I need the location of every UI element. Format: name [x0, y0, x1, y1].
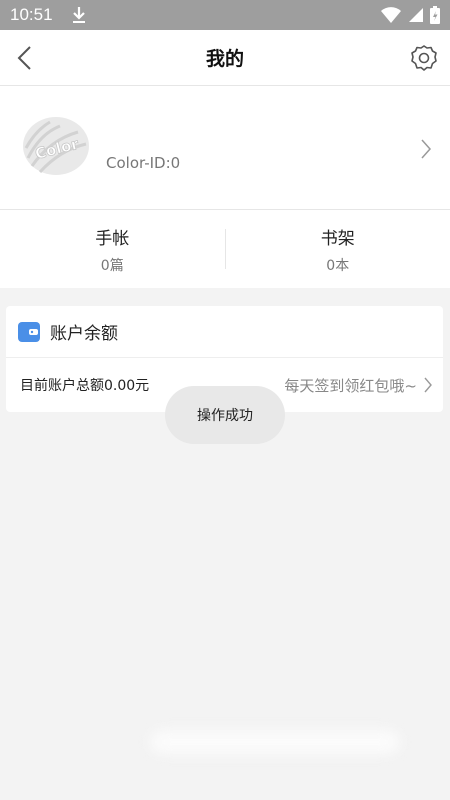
daily-checkin-promo[interactable]: 每天签到领红包哦~ [284, 375, 417, 396]
chevron-right-icon [424, 377, 432, 393]
toast-message: 操作成功 [165, 386, 285, 444]
stat-bookshelf[interactable]: 书架 0本 [226, 210, 450, 288]
chevron-right-icon [421, 139, 432, 159]
profile-section[interactable]: Color Color-ID:0 [0, 86, 450, 210]
gear-icon[interactable] [410, 44, 438, 72]
stat-bookshelf-count: 0本 [326, 257, 350, 274]
stat-journal[interactable]: 手帐 0篇 [0, 210, 225, 288]
account-title: 账户余额 [50, 324, 118, 344]
status-time: 10:51 [10, 5, 53, 24]
download-icon [72, 7, 85, 23]
wallet-icon [18, 321, 40, 342]
status-bar: 10:51 [0, 0, 450, 30]
account-header: 账户余额 [6, 306, 443, 358]
page-title: 我的 [205, 48, 244, 70]
battery-icon [430, 6, 440, 24]
stats-bar: 手帐 0篇 书架 0本 [0, 210, 450, 288]
bottom-highlight [150, 730, 400, 754]
balance-text: 目前账户总额0.00元 [20, 378, 150, 394]
stat-journal-label: 手帐 [95, 228, 130, 249]
color-id-label: Color-ID:0 [106, 154, 181, 172]
back-arrow-icon[interactable] [14, 44, 38, 72]
wifi-icon [381, 7, 401, 23]
top-navigation-bar: 我的 [0, 30, 450, 86]
avatar[interactable]: Color [20, 114, 92, 178]
stat-journal-count: 0篇 [100, 257, 124, 274]
signal-icon [409, 8, 423, 22]
stat-bookshelf-label: 书架 [320, 228, 355, 249]
